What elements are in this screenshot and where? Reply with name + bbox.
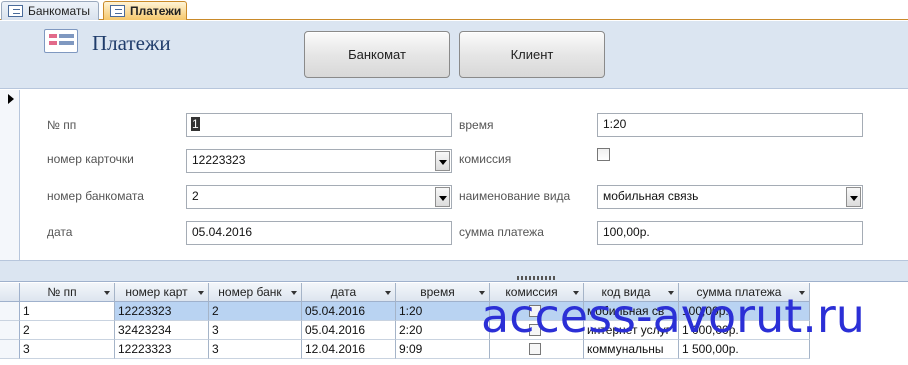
document-tab-strip: Банкоматы Платежи [0, 0, 908, 20]
column-header-label: № пп [47, 285, 77, 299]
row-selector[interactable] [0, 340, 20, 359]
cell-num[interactable]: 2 [20, 321, 115, 340]
date-field[interactable]: 05.04.2016 [186, 221, 452, 245]
split-form-splitter[interactable] [0, 260, 908, 282]
client-button[interactable]: Клиент [459, 31, 605, 78]
tab-label: Банкоматы [28, 4, 91, 18]
column-header-label: номер банк [218, 285, 282, 299]
cell-num[interactable]: 3 [20, 340, 115, 359]
cell-atm[interactable]: 3 [209, 321, 302, 340]
tab-label: Платежи [130, 4, 182, 18]
column-header[interactable]: номер карт [115, 283, 209, 302]
commission-checkbox[interactable] [597, 148, 610, 161]
column-header[interactable]: номер банк [209, 283, 302, 302]
num-value: 1 [191, 117, 200, 131]
select-all-corner[interactable] [0, 283, 20, 302]
label-commission: комиссия [459, 152, 512, 166]
atm-button[interactable]: Банкомат [304, 31, 450, 78]
atm-value: 2 [192, 189, 199, 203]
cell-date[interactable]: 05.04.2016 [302, 302, 396, 321]
label-num: № пп [47, 118, 77, 132]
label-card: номер карточки [47, 152, 134, 166]
record-selector[interactable] [0, 90, 20, 260]
sort-arrow-icon[interactable] [198, 291, 204, 295]
label-time: время [459, 118, 494, 132]
cell-date[interactable]: 12.04.2016 [302, 340, 396, 359]
column-header-label: дата [330, 285, 357, 299]
column-header[interactable]: время [396, 283, 490, 302]
form-icon [8, 5, 23, 17]
form-detail: № пп 1 номер карточки 12223323 номер бан… [0, 90, 908, 260]
form-logo-icon [44, 29, 78, 53]
sort-arrow-icon[interactable] [385, 291, 391, 295]
cell-time[interactable]: 9:09 [396, 340, 490, 359]
commission-checkbox[interactable] [529, 343, 541, 355]
cell-time[interactable]: 1:20 [396, 302, 490, 321]
time-field[interactable]: 1:20 [597, 113, 863, 137]
tab-payments[interactable]: Платежи [103, 1, 187, 20]
card-combo[interactable]: 12223323 [186, 149, 452, 173]
column-header-label: время [420, 285, 455, 299]
splitter-grip-icon[interactable] [517, 276, 557, 280]
label-amount: сумма платежа [459, 225, 544, 239]
cell-atm[interactable]: 3 [209, 340, 302, 359]
cell-time[interactable]: 2:20 [396, 321, 490, 340]
cell-date[interactable]: 05.04.2016 [302, 321, 396, 340]
time-value: 1:20 [603, 117, 627, 131]
label-kind: наименование вида [459, 189, 571, 203]
sort-arrow-icon[interactable] [104, 291, 110, 295]
amount-field[interactable]: 100,00р. [597, 221, 863, 245]
current-record-arrow-icon [8, 94, 14, 104]
cell-atm[interactable]: 2 [209, 302, 302, 321]
amount-value: 100,00р. [603, 225, 650, 239]
label-atm: номер банкомата [47, 189, 144, 203]
dropdown-arrow-icon[interactable] [435, 187, 450, 207]
row-selector[interactable] [0, 302, 20, 321]
dropdown-arrow-icon[interactable] [435, 151, 450, 171]
kind-combo[interactable]: мобильная связь [597, 185, 863, 209]
cell-card[interactable]: 32423234 [115, 321, 209, 340]
column-header-label: номер карт [125, 285, 188, 299]
row-selector[interactable] [0, 321, 20, 340]
page-title: Платежи [92, 31, 171, 55]
form-icon [110, 5, 125, 17]
atm-combo[interactable]: 2 [186, 185, 452, 209]
num-field[interactable]: 1 [186, 113, 452, 137]
site-watermark: access-avorut.ru [481, 289, 865, 343]
dropdown-arrow-icon[interactable] [846, 187, 861, 207]
sort-arrow-icon[interactable] [291, 291, 297, 295]
form-header: Платежи Банкомат Клиент [0, 21, 908, 89]
cell-card[interactable]: 12223323 [115, 340, 209, 359]
tab-atms[interactable]: Банкоматы [1, 1, 99, 20]
column-header[interactable]: дата [302, 283, 396, 302]
kind-value: мобильная связь [603, 189, 699, 203]
date-value: 05.04.2016 [192, 225, 253, 239]
card-value: 12223323 [192, 153, 246, 167]
cell-num[interactable]: 1 [20, 302, 115, 321]
label-date: дата [47, 225, 73, 239]
column-header[interactable]: № пп [20, 283, 115, 302]
cell-card[interactable]: 12223323 [115, 302, 209, 321]
